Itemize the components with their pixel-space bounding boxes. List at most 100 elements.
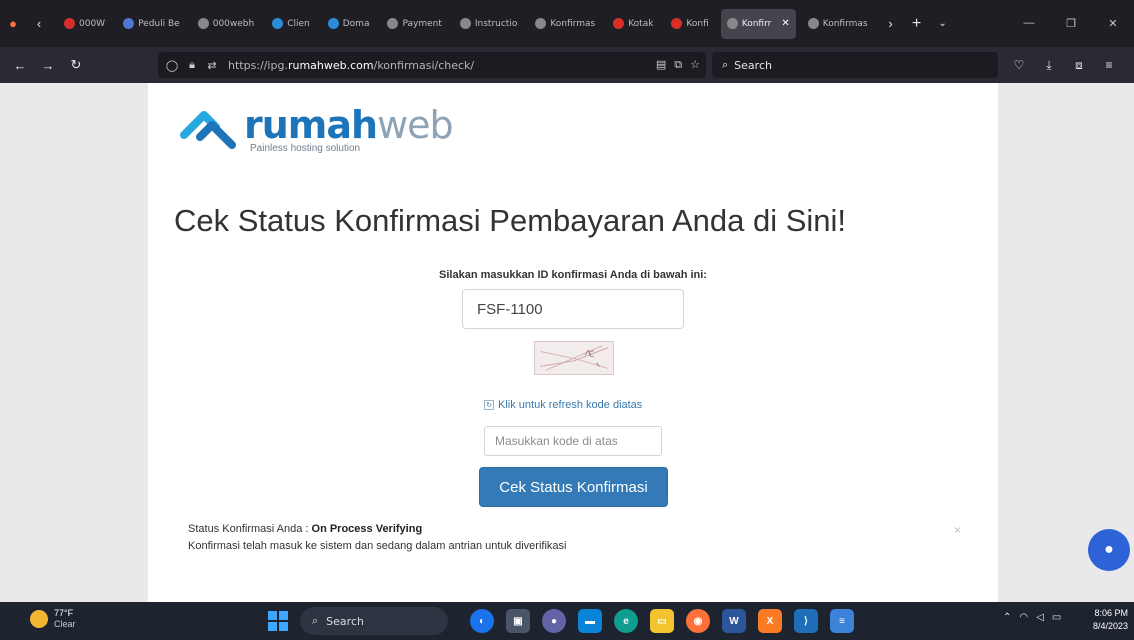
tab-favicon-icon bbox=[272, 18, 284, 29]
weather-temperature: 77°F bbox=[54, 608, 74, 618]
tab-label: Payment bbox=[402, 18, 442, 29]
tab-favicon-icon bbox=[535, 18, 547, 29]
tabs-scroll-left-button[interactable]: ‹ bbox=[26, 9, 52, 39]
tab-favicon-icon bbox=[671, 18, 683, 29]
tracking-shield-icon[interactable]: ◯ bbox=[164, 59, 180, 72]
status-message: Konfirmasi telah masuk ke sistem dan sed… bbox=[188, 540, 567, 552]
translate-icon[interactable]: ⧉ bbox=[674, 58, 682, 72]
tab-favicon-icon bbox=[459, 18, 471, 29]
firefox-icon[interactable]: ◉ bbox=[686, 609, 710, 633]
weather-widget[interactable]: 77°F Clear bbox=[30, 608, 76, 630]
status-close-icon[interactable]: × bbox=[954, 523, 961, 537]
rumahweb-logo-mark-icon bbox=[180, 111, 236, 149]
firefox-view-icon[interactable]: ● bbox=[0, 9, 26, 39]
browser-tab[interactable]: 000W bbox=[58, 9, 111, 39]
browser-tab[interactable]: Instructio bbox=[454, 9, 523, 39]
word-icon[interactable]: W bbox=[722, 609, 746, 633]
forward-button[interactable]: → bbox=[34, 52, 62, 78]
teams-chat-icon[interactable]: ● bbox=[542, 609, 566, 633]
browser-tab[interactable]: 000webh bbox=[192, 9, 261, 39]
tabs-scroll-right-button[interactable]: › bbox=[878, 9, 904, 39]
windows-start-icon[interactable] bbox=[268, 611, 288, 631]
status-result: Status Konfirmasi Anda : On Process Veri… bbox=[188, 521, 566, 555]
tab-favicon-icon bbox=[123, 18, 135, 29]
reload-button[interactable]: ↻ bbox=[62, 52, 90, 78]
bookmark-star-icon[interactable]: ☆ bbox=[690, 58, 700, 72]
instruction-text: Silakan masukkan ID konfirmasi Anda di b… bbox=[439, 269, 707, 281]
browser-tab[interactable]: Kotak bbox=[607, 9, 659, 39]
logo-word-rumah: rumah bbox=[244, 103, 378, 147]
tab-label: Konfirmas bbox=[822, 18, 868, 29]
window-controls: — ❐ ✕ bbox=[1008, 17, 1134, 30]
vscode-icon[interactable]: ⟩ bbox=[794, 609, 818, 633]
refresh-captcha-text[interactable]: Klik untuk refresh kode diatas bbox=[498, 399, 642, 411]
tab-label: Peduli Be bbox=[138, 18, 180, 29]
browser-tab[interactable]: Clien bbox=[266, 9, 316, 39]
maximize-icon[interactable]: ❐ bbox=[1050, 17, 1092, 30]
address-bar[interactable]: ◯ 🔒︎ ⇄ https://ipg.rumahweb.com/konfirma… bbox=[158, 52, 706, 78]
refresh-icon[interactable]: ↻ bbox=[484, 400, 494, 410]
lock-icon[interactable]: 🔒︎ bbox=[184, 58, 200, 72]
confirmation-id-input[interactable] bbox=[462, 289, 684, 329]
status-label: Status Konfirmasi Anda : bbox=[188, 523, 312, 535]
clock-date: 8/4/2023 bbox=[1092, 621, 1128, 631]
close-window-icon[interactable]: ✕ bbox=[1092, 17, 1134, 30]
captcha-code-input[interactable] bbox=[484, 426, 662, 456]
tab-label: Kotak bbox=[628, 18, 654, 29]
wifi-icon[interactable]: ◠ bbox=[1019, 612, 1028, 623]
list-all-tabs-button[interactable]: ⌄ bbox=[930, 9, 956, 39]
page-title: Cek Status Konfirmasi Pembayaran Anda di… bbox=[174, 203, 847, 238]
logo-word-web: web bbox=[377, 103, 454, 147]
search-bar-placeholder: Search bbox=[734, 58, 772, 72]
windows-taskbar: 77°F Clear ⌕ Search ◐ ▣ ● ▬ e ▭ ◉ W X ⟩ … bbox=[0, 602, 1134, 640]
browser-tab[interactable]: Konfi bbox=[665, 9, 714, 39]
check-status-button[interactable]: Cek Status Konfirmasi bbox=[479, 467, 668, 507]
rumahweb-logo[interactable]: rumahweb Painless hosting solution bbox=[180, 103, 454, 155]
browser-tab[interactable]: Payment bbox=[381, 9, 447, 39]
new-tab-button[interactable]: + bbox=[904, 9, 930, 39]
navigation-toolbar: ← → ↻ ◯ 🔒︎ ⇄ https://ipg.rumahweb.com/ko… bbox=[0, 47, 1134, 83]
tab-favicon-icon bbox=[807, 18, 819, 29]
browser-tab-strip: ● ‹ 000W Peduli Be 000webh Clien Doma Payment… bbox=[0, 0, 1134, 47]
tab-favicon-icon bbox=[64, 18, 75, 29]
tab-label: Clien bbox=[287, 18, 310, 29]
menu-icon[interactable]: ≡ bbox=[1096, 52, 1122, 78]
browser-tab[interactable]: Peduli Be bbox=[117, 9, 186, 39]
search-bar[interactable]: ⌕ Search bbox=[712, 52, 998, 78]
copilot-icon[interactable]: ◐ bbox=[470, 609, 494, 633]
tab-label: Konfirr bbox=[741, 18, 772, 29]
task-view-icon[interactable]: ▣ bbox=[506, 609, 530, 633]
permissions-icon[interactable]: ⇄ bbox=[204, 59, 220, 72]
minimize-icon[interactable]: — bbox=[1008, 17, 1050, 30]
web-page-viewport: rumahweb Painless hosting solution Cek S… bbox=[0, 83, 1134, 602]
browser-tab[interactable]: Konfirr ✕ bbox=[720, 8, 796, 39]
notepad-icon[interactable]: ≡ bbox=[830, 609, 854, 633]
volume-icon[interactable]: ◁ bbox=[1036, 612, 1044, 623]
xampp-icon[interactable]: X bbox=[758, 609, 782, 633]
tab-favicon-icon bbox=[197, 18, 209, 29]
file-explorer-icon[interactable]: ▭ bbox=[650, 609, 674, 633]
live-chat-button[interactable]: ● bbox=[1088, 529, 1130, 571]
weather-condition: Clear bbox=[54, 619, 76, 629]
edge-icon[interactable]: e bbox=[614, 609, 638, 633]
back-button[interactable]: ← bbox=[6, 52, 34, 78]
close-tab-icon[interactable]: ✕ bbox=[781, 18, 789, 29]
tab-label: 000webh bbox=[212, 18, 255, 29]
browser-tab[interactable]: Konfirmas bbox=[802, 9, 874, 39]
taskbar-search[interactable]: ⌕ Search bbox=[300, 607, 448, 635]
show-hidden-icons-icon[interactable]: ⌃ bbox=[1003, 612, 1011, 623]
downloads-icon[interactable]: ⤓ bbox=[1036, 52, 1062, 78]
tab-label: Instructio bbox=[474, 18, 518, 29]
refresh-captcha-link[interactable]: ↻ Klik untuk refresh kode diatas bbox=[484, 399, 642, 411]
battery-icon[interactable]: ▭ bbox=[1052, 612, 1061, 623]
extensions-icon[interactable]: ⧈ bbox=[1066, 52, 1092, 78]
url-text[interactable]: https://ipg.rumahweb.com/konfirmasi/chec… bbox=[228, 59, 474, 72]
taskbar-clock[interactable]: 8:06 PM 8/4/2023 bbox=[1080, 607, 1128, 633]
tab-favicon-icon bbox=[327, 18, 339, 29]
browser-tab[interactable]: Doma bbox=[322, 9, 376, 39]
browser-tab[interactable]: Konfirmas bbox=[529, 9, 601, 39]
tab-favicon-icon bbox=[726, 18, 738, 29]
reader-view-icon[interactable]: ▤ bbox=[656, 58, 666, 72]
pocket-icon[interactable]: ♡ bbox=[1006, 52, 1032, 78]
microsoft-store-icon[interactable]: ▬ bbox=[578, 609, 602, 633]
